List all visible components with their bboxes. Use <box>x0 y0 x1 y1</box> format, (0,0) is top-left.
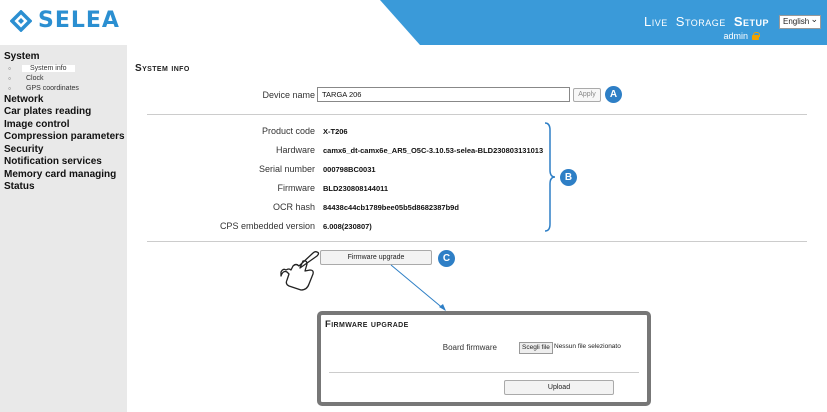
callout-connector <box>390 264 446 311</box>
divider <box>147 114 807 115</box>
info-label: Hardware <box>275 145 315 155</box>
logo: SELEA <box>10 8 120 33</box>
callout-badge-b: B <box>560 169 577 186</box>
sidebar-item-network[interactable]: Network <box>4 94 127 107</box>
sidebar-item-image-control[interactable]: Image control <box>4 119 127 132</box>
sidebar-subitem-system-info[interactable]: System info <box>4 64 131 74</box>
brace-icon <box>544 122 556 232</box>
page-title: System info <box>135 63 190 74</box>
board-firmware-label: Board firmware <box>442 343 497 352</box>
pointing-hand-icon <box>280 251 320 291</box>
lock-icon[interactable] <box>752 32 760 40</box>
info-label: Product code <box>261 126 315 136</box>
sidebar-item-system[interactable]: System <box>4 51 127 64</box>
sidebar-item-car-plates[interactable]: Car plates reading <box>4 106 127 119</box>
language-select[interactable]: English <box>779 13 821 29</box>
callout-badge-a: A <box>605 86 622 103</box>
info-label: Serial number <box>258 164 315 174</box>
info-label: Firmware <box>277 183 316 193</box>
sidebar-subitem-gps[interactable]: GPS coordinates <box>4 84 127 94</box>
nav-storage[interactable]: Storage <box>676 14 726 29</box>
logo-text: SELEA <box>38 8 120 33</box>
info-label: OCR hash <box>272 202 315 212</box>
sidebar-item-notifications[interactable]: Notification services <box>4 156 127 169</box>
user-info: admin <box>723 31 760 41</box>
apply-button[interactable]: Apply <box>573 88 601 102</box>
nav-setup[interactable]: Setup <box>734 14 769 29</box>
header: SELEA Live Storage Setup English admin <box>0 0 827 45</box>
sidebar-item-compression[interactable]: Compression parameters <box>4 131 127 144</box>
info-value: camx6_dt-camx6e_AR5_O5C-3.10.53-selea-BL… <box>323 146 544 155</box>
file-status: Nessun file selezionato <box>554 343 621 350</box>
info-value: 6.008(230807) <box>323 222 372 231</box>
device-name-label: Device name <box>262 90 315 100</box>
page: SELEA Live Storage Setup English admin S… <box>0 0 827 412</box>
panel-title: Firmware upgrade <box>325 319 409 330</box>
sidebar-item-memory-card[interactable]: Memory card managing <box>4 169 127 182</box>
divider <box>329 372 639 373</box>
info-value: 84438c44cb1789bee05b5d8682387b9d <box>323 203 459 212</box>
upload-button[interactable]: Upload <box>504 380 614 395</box>
choose-file-button[interactable]: Scegli file <box>519 342 553 354</box>
top-nav: Live Storage Setup <box>644 14 769 29</box>
device-name-input[interactable]: TARGA 206 <box>317 87 570 102</box>
selea-logo-icon <box>10 9 32 32</box>
sidebar-item-security[interactable]: Security <box>4 144 127 157</box>
divider <box>147 241 807 242</box>
sidebar: System System info Clock GPS coordinates… <box>0 45 127 412</box>
sidebar-subitem-clock[interactable]: Clock <box>4 74 127 84</box>
info-value: X-T206 <box>323 127 348 136</box>
firmware-upgrade-panel: Firmware upgrade Board firmware Scegli f… <box>317 311 651 406</box>
nav-live[interactable]: Live <box>644 14 668 29</box>
username: admin <box>723 31 748 41</box>
info-value: BLD230808144011 <box>323 184 389 193</box>
info-label: CPS embedded version <box>219 221 315 231</box>
info-value: 000798BC0031 <box>323 165 376 174</box>
sidebar-item-status[interactable]: Status <box>4 181 127 194</box>
